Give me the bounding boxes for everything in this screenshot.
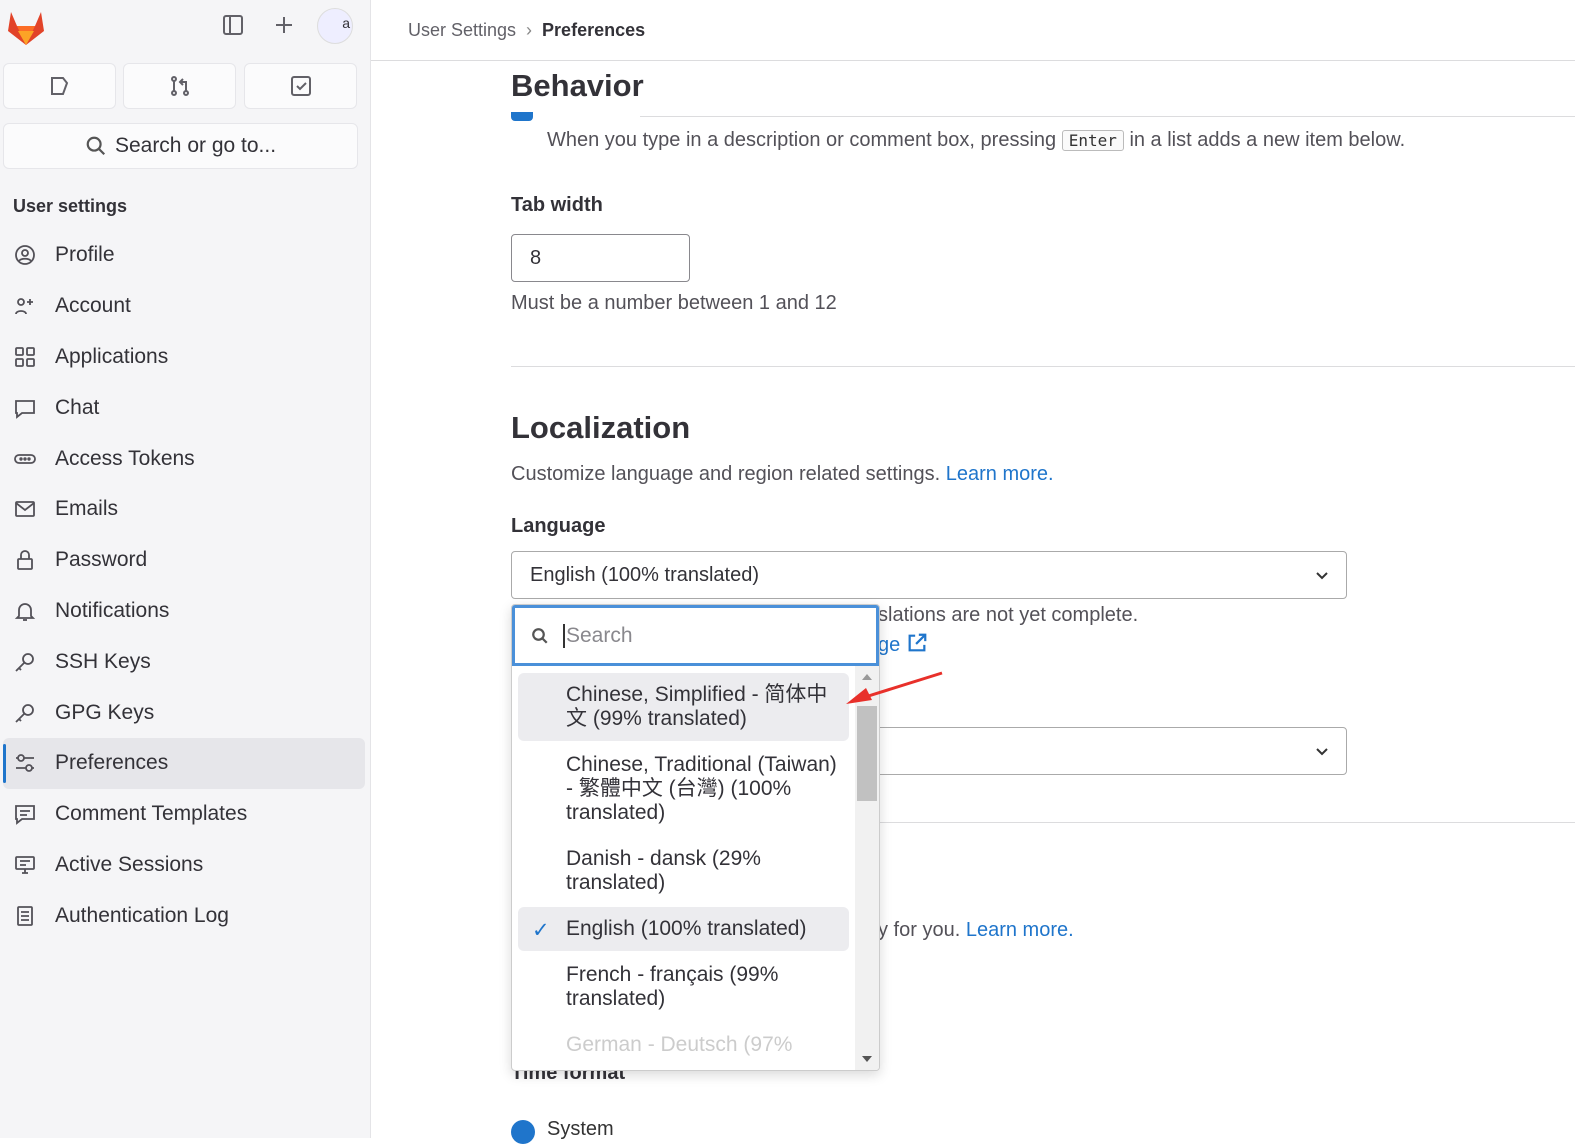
bell-icon xyxy=(14,603,36,621)
chevron-down-icon xyxy=(1316,572,1328,580)
language-label: Language xyxy=(511,515,606,537)
key-icon xyxy=(15,703,34,723)
sidebar-item-label: Comment Templates xyxy=(55,802,248,826)
translate-link[interactable]: ge xyxy=(878,632,928,657)
sidebar-item-profile[interactable]: Profile xyxy=(3,230,365,281)
sidebar-item-label: GPG Keys xyxy=(55,700,155,724)
chevron-down-icon xyxy=(1316,748,1328,756)
sidebar-item-label: Access Tokens xyxy=(55,446,195,470)
radio-system[interactable] xyxy=(511,1120,535,1144)
learn-more-link[interactable]: Learn more. xyxy=(946,463,1054,485)
sidebar-item-label: Preferences xyxy=(55,751,169,775)
sidebar-item-access-tokens[interactable]: Access Tokens xyxy=(3,433,365,484)
log-icon xyxy=(17,905,33,926)
behavior-title: Behavior xyxy=(511,68,644,103)
tab-width-help: Must be a number between 1 and 12 xyxy=(511,292,837,314)
sidebar-item-account[interactable]: Account xyxy=(3,281,365,332)
language-option[interactable]: ✓ English (100% translated) xyxy=(518,907,849,951)
language-option[interactable]: German - Deutsch (97% xyxy=(518,1023,849,1067)
search-button[interactable]: Search or go to... xyxy=(3,123,358,169)
merge-request-icon xyxy=(170,76,189,96)
key-icon xyxy=(15,652,34,672)
sidebar-item-notifications[interactable]: Notifications xyxy=(3,586,365,637)
breadcrumb-current: Preferences xyxy=(542,19,646,40)
sidebar-item-emails[interactable]: Emails xyxy=(3,484,365,535)
chat-icon xyxy=(15,399,35,419)
plus-icon[interactable] xyxy=(272,12,296,38)
preferences-icon xyxy=(16,754,34,773)
profile-icon xyxy=(15,245,35,266)
account-icon xyxy=(15,298,33,315)
settings-nav: Profile Account Applications Chat Access Tok… xyxy=(3,230,365,941)
sidebar-item-ssh-keys[interactable]: SSH Keys xyxy=(3,636,365,687)
language-help: slations are not yet complete. xyxy=(878,604,1139,626)
check-icon: ✓ xyxy=(532,919,550,942)
section-title: User settings xyxy=(13,196,128,216)
sidebar-item-applications[interactable]: Applications xyxy=(3,332,365,383)
sidebar-toggle-icon[interactable] xyxy=(221,12,245,38)
time-help: y for you. Learn more. xyxy=(878,919,1074,941)
sidebar-item-label: Password xyxy=(55,548,148,572)
sidebar-item-label: Profile xyxy=(55,243,115,267)
search-icon xyxy=(86,136,105,156)
language-option[interactable]: Chinese, Traditional (Taiwan) - 繁體中文 (台灣… xyxy=(518,743,849,835)
issues-button[interactable] xyxy=(3,63,116,109)
sidebar-item-label: Active Sessions xyxy=(55,852,204,876)
sidebar-item-authentication-log[interactable]: Authentication Log xyxy=(3,890,365,941)
mail-icon xyxy=(15,501,35,518)
sidebar-item-gpg-keys[interactable]: GPG Keys xyxy=(3,687,365,738)
language-option[interactable]: French - français (99% translated) xyxy=(518,953,849,1021)
chevron-right-icon: › xyxy=(526,19,533,40)
behavior-help: When you type in a description or commen… xyxy=(547,129,1406,151)
dropdown-scrollbar[interactable] xyxy=(855,666,879,1070)
localization-title: Localization xyxy=(511,410,691,445)
token-icon xyxy=(14,453,36,464)
tab-width-input[interactable]: 8 xyxy=(511,234,690,282)
search-icon xyxy=(532,627,548,644)
todo-button[interactable] xyxy=(244,63,357,109)
sidebar-item-label: Emails xyxy=(55,497,119,521)
gitlab-logo[interactable] xyxy=(6,8,46,46)
sidebar-item-active-sessions[interactable]: Active Sessions xyxy=(3,840,365,891)
sidebar-item-comment-templates[interactable]: Comment Templates xyxy=(3,789,365,840)
language-option[interactable]: Danish - dansk (29% translated) xyxy=(518,837,849,905)
lock-icon xyxy=(17,550,33,571)
sidebar-item-label: Chat xyxy=(55,395,100,419)
sidebar-item-preferences[interactable]: Preferences xyxy=(3,737,365,789)
comment-icon xyxy=(15,805,35,826)
issues-icon xyxy=(50,77,68,95)
language-option[interactable]: Chinese, Simplified - 简体中文 (99% translat… xyxy=(518,673,849,741)
monitor-icon xyxy=(15,856,35,874)
sidebar-item-label: Applications xyxy=(55,344,169,368)
sidebar: a Search or go to... User settings Profi… xyxy=(0,0,371,1138)
breadcrumb: User Settings › Preferences xyxy=(371,0,1575,61)
sidebar-item-label: Notifications xyxy=(55,598,170,622)
sidebar-item-label: SSH Keys xyxy=(55,649,151,673)
scrollbar-thumb[interactable] xyxy=(857,706,877,801)
language-select[interactable]: English (100% translated) xyxy=(511,551,1347,599)
merge-requests-button[interactable] xyxy=(123,63,236,109)
dropdown-search-input[interactable]: Search xyxy=(512,605,879,666)
sidebar-item-password[interactable]: Password xyxy=(3,535,365,586)
breadcrumb-parent[interactable]: User Settings xyxy=(408,20,516,41)
checkbox[interactable] xyxy=(511,112,533,121)
sidebar-item-label: Authentication Log xyxy=(55,903,229,927)
localization-description: Customize language and region related se… xyxy=(511,463,1054,485)
applications-icon xyxy=(15,347,35,367)
annotation-arrow xyxy=(846,671,943,704)
sidebar-item-chat[interactable]: Chat xyxy=(3,382,365,433)
language-dropdown: Search Chinese, Simplified - 简体中文 (99% t… xyxy=(511,604,880,1071)
todo-icon xyxy=(290,76,311,96)
tab-width-label: Tab width xyxy=(511,194,603,216)
sidebar-item-label: Account xyxy=(55,294,131,318)
learn-more-link-2[interactable]: Learn more. xyxy=(966,919,1074,941)
external-link-icon xyxy=(908,633,927,652)
avatar[interactable]: a xyxy=(317,8,353,44)
